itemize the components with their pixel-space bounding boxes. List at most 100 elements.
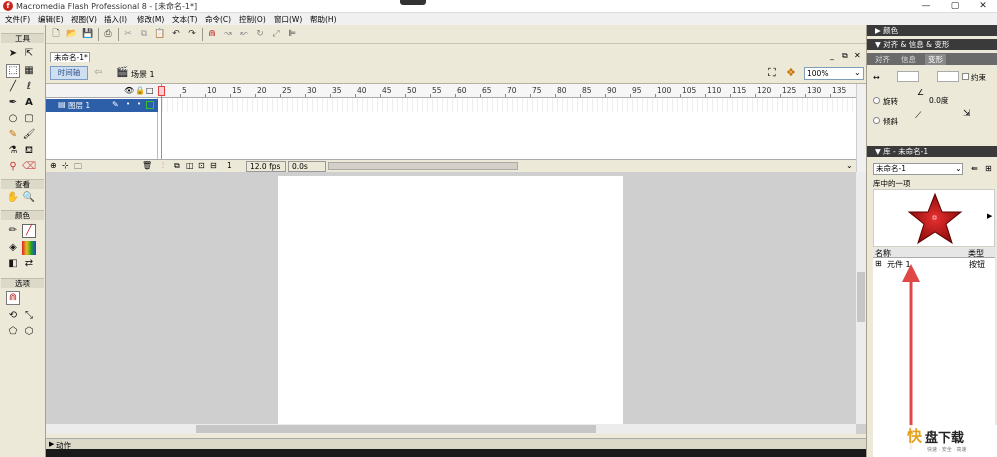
chevron-down-icon[interactable]: ⌄: [955, 164, 962, 173]
menu-edit[interactable]: 编辑(E): [38, 14, 64, 25]
skew-radio[interactable]: [873, 117, 880, 124]
library-panel-header[interactable]: ▼ 库 - 未命名-1: [867, 146, 997, 157]
add-guide-icon[interactable]: ⊹: [62, 161, 69, 170]
stage-vertical-scrollbar[interactable]: [856, 172, 866, 424]
lasso-tool-icon[interactable]: ℓ: [22, 80, 36, 94]
rotate-radio[interactable]: [873, 97, 880, 104]
envelope-option-icon[interactable]: ⬡: [22, 325, 36, 339]
paint-bucket-tool-icon[interactable]: ⛾: [22, 144, 36, 158]
lock-icon[interactable]: 🔒: [135, 86, 145, 95]
eraser-tool-icon[interactable]: ⌫: [22, 160, 36, 174]
minimize-icon[interactable]: —: [915, 0, 937, 13]
menu-modify[interactable]: 修改(M): [137, 14, 164, 25]
new-library-icon[interactable]: ⊞: [985, 164, 992, 173]
stage-vertical-thumb[interactable]: [857, 272, 865, 322]
timeline-vertical-scrollbar[interactable]: [856, 84, 866, 172]
frame-ruler[interactable]: 5 10 15 20 25 30 35 40 45 50 55 60 65 70 75 80 85 90 95 100…: [158, 84, 856, 98]
maximize-icon[interactable]: ▢: [944, 0, 966, 13]
new-file-icon[interactable]: 🗋: [50, 28, 62, 40]
hand-tool-icon[interactable]: ✋: [6, 191, 20, 205]
tab-info[interactable]: 信息: [901, 54, 916, 65]
cut-icon[interactable]: ✂: [122, 28, 134, 40]
redo-icon[interactable]: ↷: [186, 28, 198, 40]
scroll-down-icon[interactable]: ⌄: [846, 161, 853, 170]
color-panel-header[interactable]: ▶ 颜色: [867, 25, 997, 36]
library-item[interactable]: ⊞ 元件 1 按钮: [873, 259, 995, 269]
title-drag-handle[interactable]: [400, 0, 426, 5]
pencil-tool-icon[interactable]: ✎: [6, 128, 20, 142]
eye-icon[interactable]: 👁: [124, 86, 134, 95]
edit-multiple-icon[interactable]: ⊡: [198, 161, 205, 170]
back-arrow-icon[interactable]: ⇦: [94, 67, 102, 78]
align-panel-header[interactable]: ▼ 对齐 & 信息 & 变形: [867, 39, 997, 50]
stroke-color-swatch[interactable]: ╱: [22, 224, 36, 238]
snap-magnet-icon[interactable]: ⋒: [206, 28, 218, 40]
lock-dot[interactable]: •: [137, 100, 141, 108]
onion-skin-icon[interactable]: ⧉: [174, 161, 180, 171]
outline-icon[interactable]: □: [146, 86, 154, 95]
menu-insert[interactable]: 插入(I): [104, 14, 127, 25]
free-transform-tool-icon[interactable]: ⬚: [6, 64, 20, 78]
distort-option-icon[interactable]: ⬠: [6, 325, 20, 339]
pen-tool-icon[interactable]: ✒: [6, 96, 20, 110]
doc-minimize-icon[interactable]: _: [830, 51, 834, 60]
visibility-dot[interactable]: •: [126, 100, 130, 108]
arrow-tool-icon[interactable]: ➤: [6, 47, 20, 61]
ink-bottle-tool-icon[interactable]: ⚗: [6, 144, 20, 158]
close-icon[interactable]: ✕: [972, 0, 994, 13]
stage-horizontal-scrollbar[interactable]: [46, 424, 856, 434]
playhead-handle[interactable]: [158, 86, 165, 96]
library-document-select[interactable]: 未命名-1: [873, 163, 963, 175]
print-icon[interactable]: ⎙: [102, 28, 114, 40]
subselect-tool-icon[interactable]: ⇱: [22, 47, 36, 61]
tab-transform[interactable]: 变形: [925, 54, 946, 65]
width-input[interactable]: [897, 71, 919, 82]
menu-text[interactable]: 文本(T): [172, 14, 197, 25]
open-folder-icon[interactable]: 📂: [66, 28, 78, 40]
menu-control[interactable]: 控制(O): [239, 14, 266, 25]
scale-icon[interactable]: ⤢: [270, 28, 282, 40]
stroke-color-icon[interactable]: ✏: [6, 224, 20, 238]
tab-align[interactable]: 对齐: [875, 54, 890, 65]
chevron-down-icon[interactable]: ⌄: [854, 68, 861, 77]
expand-arrow-icon[interactable]: ▶: [49, 440, 54, 448]
height-input[interactable]: [937, 71, 959, 82]
pin-library-icon[interactable]: ⇚: [971, 164, 978, 173]
swap-colors-icon[interactable]: ⇄: [22, 257, 36, 271]
timeline-toggle-button[interactable]: 时间轴: [50, 66, 88, 80]
timeline-horizontal-scroll[interactable]: [328, 162, 518, 170]
document-tab[interactable]: 未命名-1*: [50, 52, 90, 62]
rotate-value[interactable]: 0.0度: [929, 95, 948, 106]
eyedropper-tool-icon[interactable]: ⚲: [6, 160, 20, 174]
constrain-checkbox[interactable]: [962, 73, 969, 80]
frame-row[interactable]: [158, 98, 856, 112]
outline-color-swatch[interactable]: [146, 101, 154, 109]
align-icon[interactable]: ⊫: [286, 28, 298, 40]
doc-close-icon[interactable]: ✕: [854, 51, 861, 60]
zoom-tool-icon[interactable]: 🔍: [22, 191, 36, 205]
straighten-icon[interactable]: ↜: [238, 28, 250, 40]
delete-layer-icon[interactable]: 🗑: [142, 161, 152, 170]
layer-row[interactable]: ▤ 图层 1 ✎ • •: [46, 99, 158, 112]
save-icon[interactable]: 💾: [82, 28, 94, 40]
rotate-option-icon[interactable]: ⟲: [6, 309, 20, 323]
stage-canvas[interactable]: [278, 176, 623, 424]
paste-icon[interactable]: 📋: [154, 28, 166, 40]
actions-panel-header[interactable]: ▶ 动作: [46, 438, 866, 450]
line-tool-icon[interactable]: ╱: [6, 80, 20, 94]
stage-horizontal-thumb[interactable]: [196, 425, 596, 433]
modify-markers-icon[interactable]: ⊟: [210, 161, 217, 170]
menu-help[interactable]: 帮助(H): [310, 14, 337, 25]
menu-file[interactable]: 文件(F): [5, 14, 30, 25]
copy-transform-icon[interactable]: ⇲: [963, 109, 971, 119]
menu-commands[interactable]: 命令(C): [205, 14, 231, 25]
copy-icon[interactable]: ⧉: [138, 28, 150, 40]
frame-rate[interactable]: 12.0 fps: [246, 161, 286, 172]
play-preview-icon[interactable]: ▶: [987, 212, 992, 220]
center-frame-icon[interactable]: ⫶: [162, 161, 164, 171]
add-layer-icon[interactable]: ⊕: [50, 161, 57, 170]
fill-color-swatch[interactable]: [22, 241, 36, 255]
text-tool-icon[interactable]: A: [22, 96, 36, 110]
menu-view[interactable]: 视图(V): [71, 14, 97, 25]
fill-color-icon[interactable]: ◈: [6, 241, 20, 255]
